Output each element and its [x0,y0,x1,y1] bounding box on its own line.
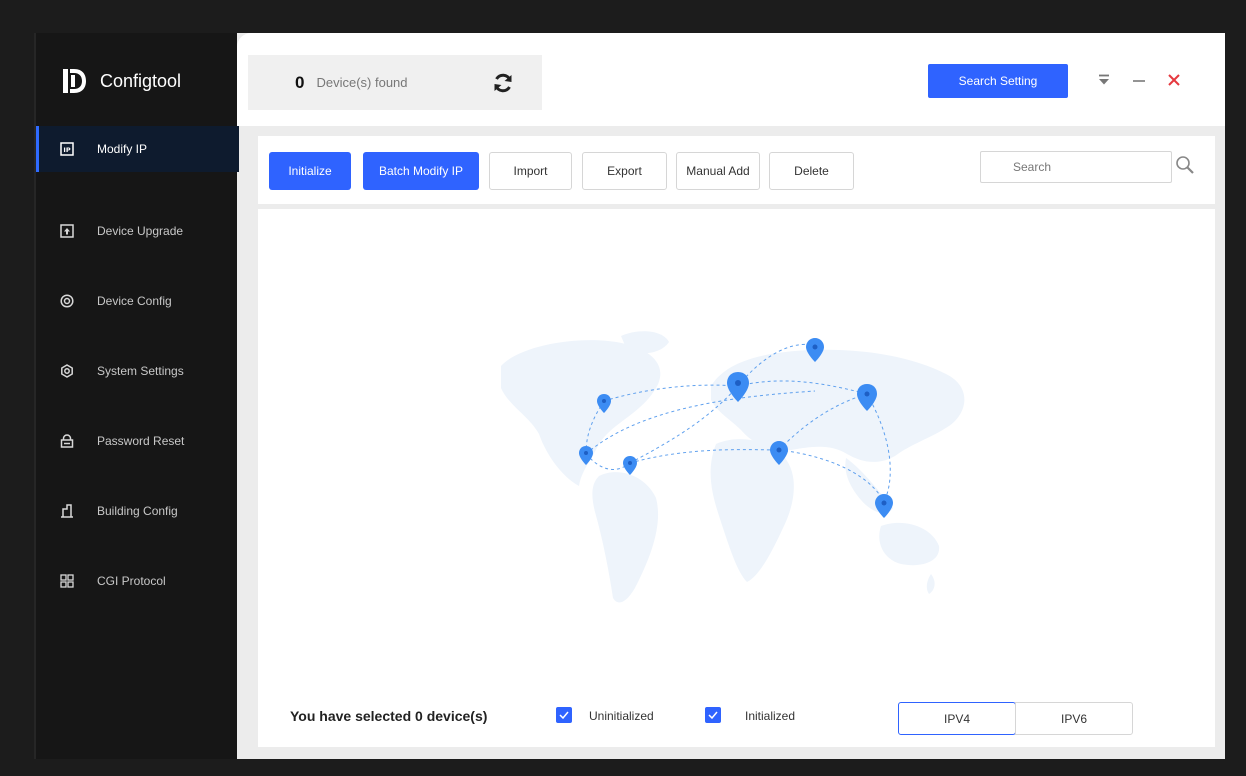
initialize-button[interactable]: Initialize [269,152,351,190]
configtool-window: Configtool IP Modify IP Device Upgrade D… [34,33,1225,759]
check-icon [559,711,569,719]
lock-icon [60,434,74,448]
config-icon [60,294,74,308]
sidebar-item-cgi-protocol[interactable]: CGI Protocol [36,546,239,616]
sidebar-item-label: Device Config [97,294,172,308]
search-icon[interactable] [1175,155,1195,175]
sidebar-item-label: Password Reset [97,434,185,448]
refresh-icon[interactable] [492,72,514,94]
initialized-checkbox[interactable] [705,707,721,723]
sidebar-item-building-config[interactable]: Building Config [36,476,239,546]
minimize-icon[interactable] [1130,71,1148,89]
grid-icon [60,574,74,588]
ipv4-tab[interactable]: IPV4 [898,702,1016,735]
selection-footer: You have selected 0 device(s) Uninitiali… [258,678,1215,738]
building-icon [60,504,74,518]
sidebar-nav: IP Modify IP Device Upgrade Device Confi… [36,126,239,616]
device-found-panel: 0 Device(s) found [248,55,542,110]
app-logo: Configtool [60,61,181,101]
initialized-label: Initialized [745,709,796,723]
sidebar-item-label: Modify IP [97,142,148,156]
import-button[interactable]: Import [489,152,572,190]
batch-modify-ip-button[interactable]: Batch Modify IP [363,152,479,190]
toolbar: Initialize Batch Modify IP Import Export… [258,136,1215,204]
close-icon[interactable] [1165,71,1183,89]
search-setting-button[interactable]: Search Setting [928,64,1068,98]
sidebar-item-label: Device Upgrade [97,224,184,238]
sidebar-item-device-config[interactable]: Device Config [36,266,239,336]
map-pin-icon [875,494,893,518]
check-icon [708,711,718,719]
collapse-icon[interactable] [1095,71,1113,89]
export-button[interactable]: Export [582,152,667,190]
world-map-illustration [501,331,965,603]
settings-icon [60,364,74,378]
sidebar-item-modify-ip[interactable]: IP Modify IP [36,126,239,172]
sidebar-item-label: Building Config [97,504,178,518]
sidebar-item-password-reset[interactable]: Password Reset [36,406,239,476]
uninitialized-checkbox[interactable] [556,707,572,723]
search-input[interactable] [980,151,1172,183]
sidebar: Configtool IP Modify IP Device Upgrade D… [34,33,239,759]
sidebar-item-label: System Settings [97,364,184,378]
sidebar-item-system-settings[interactable]: System Settings [36,336,239,406]
delete-button[interactable]: Delete [769,152,854,190]
ip-icon: IP [60,142,74,156]
upgrade-icon [60,224,74,238]
uninitialized-label: Uninitialized [589,709,654,723]
logo-icon [63,69,86,93]
sidebar-item-device-upgrade[interactable]: Device Upgrade [36,196,239,266]
selected-count-text: You have selected 0 device(s) [290,708,488,724]
map-pin-icon [623,456,637,475]
svg-text:IP: IP [63,146,70,154]
device-count: 0 [295,72,305,92]
world-map-landmasses [501,331,965,603]
ipv6-tab[interactable]: IPV6 [1015,702,1133,735]
app-title: Configtool [100,70,182,91]
device-found-label: Device(s) found [316,75,408,90]
header: 0 Device(s) found Search Setting [237,33,1225,126]
manual-add-button[interactable]: Manual Add [676,152,760,190]
device-list-area: You have selected 0 device(s) Uninitiali… [258,209,1215,747]
sidebar-item-label: CGI Protocol [97,574,166,588]
